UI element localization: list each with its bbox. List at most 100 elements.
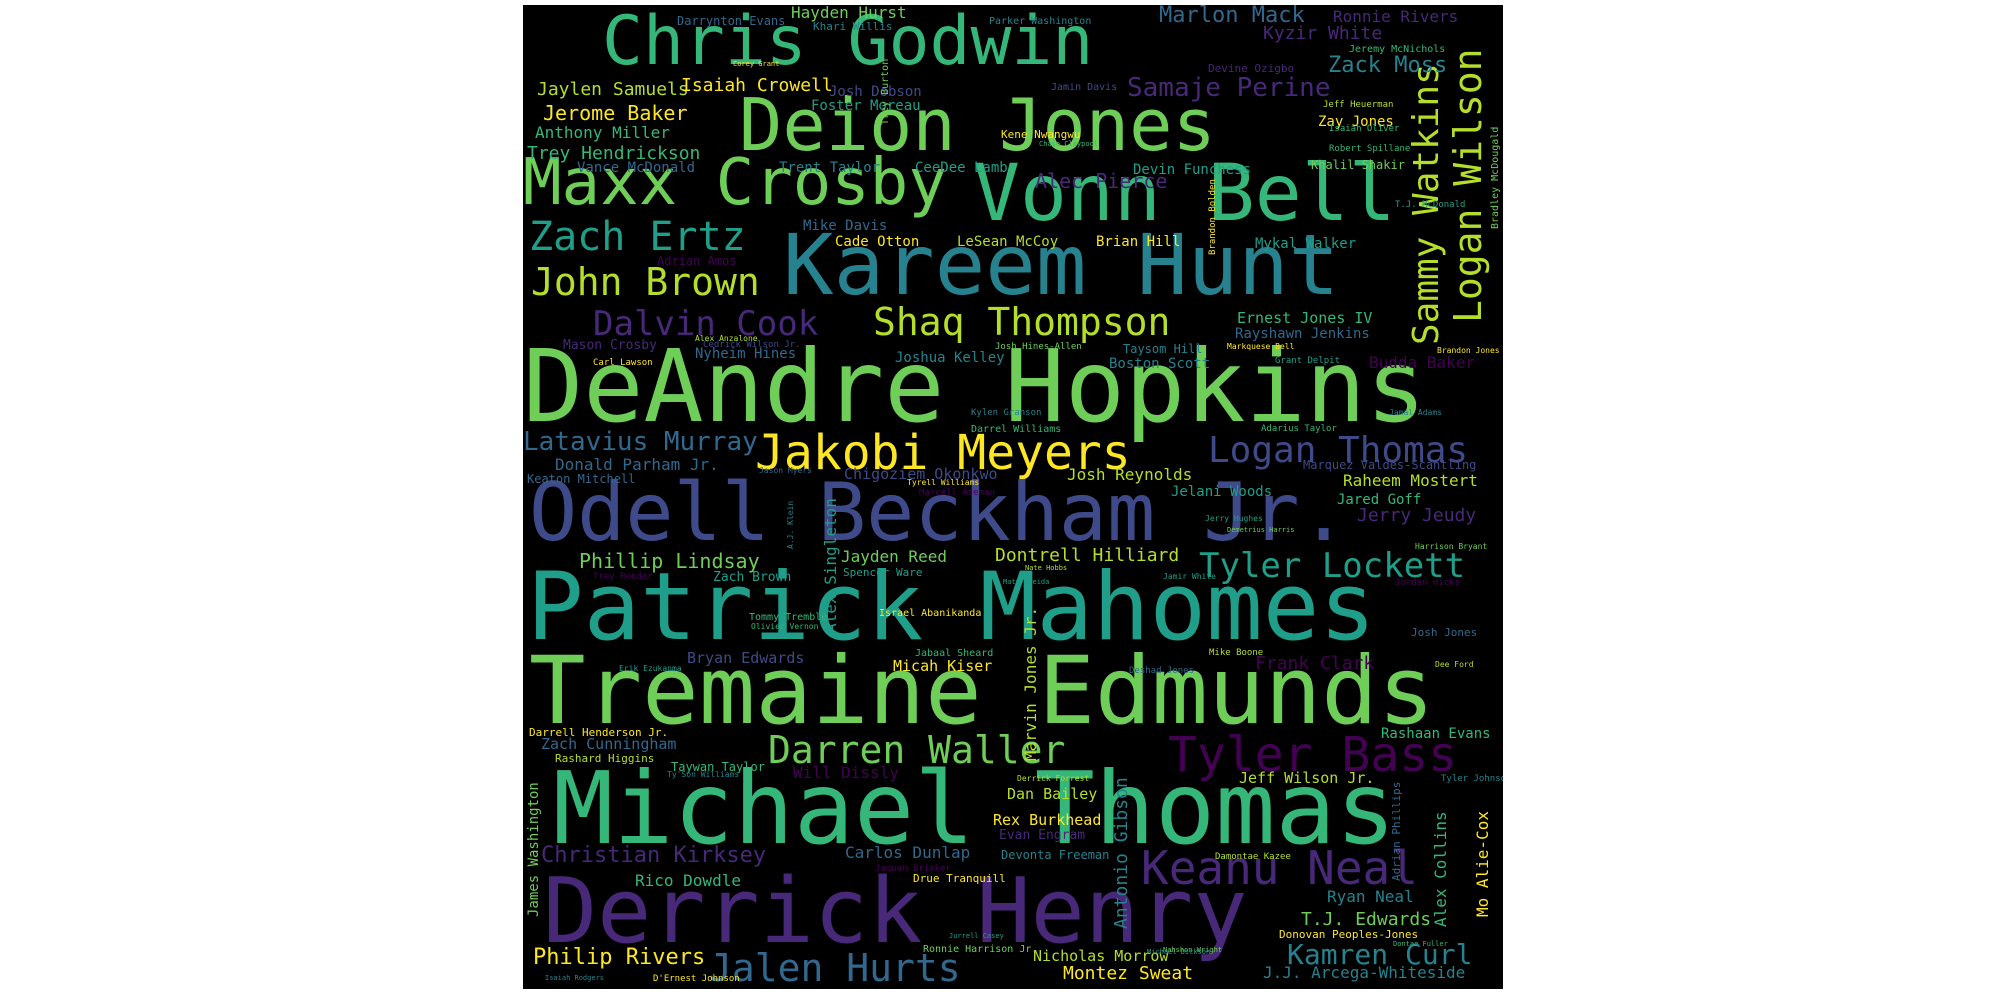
word: Samaje Perine [1127,73,1331,103]
word: Josh Reynolds [1067,465,1193,484]
word: T.J. Edwards [1301,909,1432,930]
word: Isaiah Crowell [681,75,833,96]
word: Khalil Shakir [1311,158,1405,172]
word: Bryan Edwards [687,649,805,667]
word: Mike Davis [803,218,888,234]
word: Jayden Reed [841,547,947,566]
word: Jeff Heuerman [1323,100,1394,110]
word: Raheem Mostert [1343,471,1478,490]
word: Mo Alie-Cox [1473,811,1492,917]
word: Mason Crosby [563,338,657,353]
word: Zack Moss [1328,53,1448,78]
word: Josh Hines-Allen [995,342,1082,352]
word: Jeff Wilson Jr. [1239,769,1375,787]
word: Jordan Hicks [1395,578,1461,588]
word: Carlos Dunlap [845,843,971,862]
word: Olivier Vernon [751,622,819,631]
word: Adrian Amos [657,254,737,268]
word: Ronnie Rivers [1333,7,1459,26]
word: Kylen Granson [971,408,1042,418]
word: Jamir White [1163,572,1216,581]
word: Alex Collins [1431,811,1450,927]
word: Foster Moreau [811,98,921,114]
word: Jabaal Sheard [915,648,994,659]
word: Rashard Higgins [555,752,655,765]
word: Rex Burkhead [993,811,1102,829]
word: Jerome Baker [543,101,688,125]
word: Devin Funchess [1133,162,1252,178]
word: Grant Delpit [1275,356,1341,366]
word: Latavius Murray [523,427,758,457]
word: CeeDee Lamb [915,160,1008,176]
word: Damontae Kazee [1215,852,1291,862]
word: Montez Sweat [1063,963,1194,984]
word: Brian Hill [1096,234,1181,250]
word: Vance McDonald [577,160,696,176]
word: Deshad Jones [1129,666,1195,676]
word: Logan Wilson [1446,48,1490,323]
word: Zach Ertz [529,214,746,260]
word: Rico Dowdle [635,871,741,890]
word: Trent Taylor [779,160,881,176]
word: Brandon Bolden [1208,179,1218,255]
word: Ryan Neal [1327,887,1414,906]
word: Isaiah Oliver [1329,124,1400,134]
word: Ernest Jones IV [1237,309,1373,327]
word: Christian Kirksey [541,843,767,868]
word: Dontrell Hilliard [995,545,1180,566]
word: Carl Lawson [593,358,653,368]
word: Frank Clark [1255,653,1375,674]
word: Kene Nwangwu [1001,128,1081,141]
word: Jurrell Casey [949,932,1004,940]
word: Trey Reeder [593,572,653,582]
word: Jerry Jeudy [1357,505,1477,526]
word: Jason Myers [759,466,812,475]
word: Chase Claypool [1039,140,1099,148]
word: Rayshawn Jenkins [1235,326,1370,342]
word: Corey Grant [733,60,780,68]
word: Jaquan Brisker [875,864,951,874]
word: LeSean McCoy [957,234,1059,250]
word: Antonio Gibson [1111,777,1132,929]
word: Taysom Hill [1123,342,1203,356]
word: Spencer Ware [843,566,923,579]
word: J.J. Arcega-Whiteside [1263,963,1466,982]
word: Evan Engram [999,828,1086,843]
word: Hayden Hurst [791,5,907,22]
word: Donald Parham Jr. [555,455,719,474]
word: Trey Burton [880,58,891,125]
word: Philip Rivers [533,945,706,970]
word-cloud: Chris Godwin Deion Jones Maxx Crosby Von… [523,5,1503,989]
word: Erik Ezukanma [619,664,682,673]
word: Alex Anzalone [695,334,758,343]
word: Drue Tranquill [913,872,1006,885]
word: Marcell Ateman [919,488,995,498]
word: Adarius Taylor [1261,424,1337,434]
word: Michael Dickson [1147,948,1211,956]
word: Marquez Valdes-Scantling [1303,458,1477,472]
word: Adrian Phillips [1390,781,1403,881]
word: Josh Dobson [829,84,922,100]
word: Phillip Lindsay [579,549,760,573]
word: Jamal Adams [1389,408,1442,417]
word: Tyler Johnson [1441,774,1503,784]
word: A.J. Klein [786,500,795,549]
word: Marvin Jones Jr. [1021,606,1040,761]
word: Zach Brown [713,570,792,585]
word: Zach Cunningham [541,735,677,753]
word: Kyzir White [1263,23,1383,44]
word: Harrison Bryant [1415,542,1488,551]
word: Ty'Son Williams [667,770,740,779]
word: Boston Scott [1109,356,1211,372]
word: Matt Breida [1003,578,1050,586]
word: Darrel Williams [971,424,1062,435]
word: Devine Ozigbo [1208,62,1295,75]
word: Rashaan Evans [1381,726,1491,742]
word: John Brown [531,260,760,304]
word: D'Ernest Johnson [653,974,740,984]
word: Darrynton Evans [677,14,786,28]
word: Keaton Mitchell [527,472,636,486]
word: Parker Washington [989,16,1092,27]
word: Jamin Davis [1051,82,1118,93]
word: Mike Boone [1209,648,1264,658]
